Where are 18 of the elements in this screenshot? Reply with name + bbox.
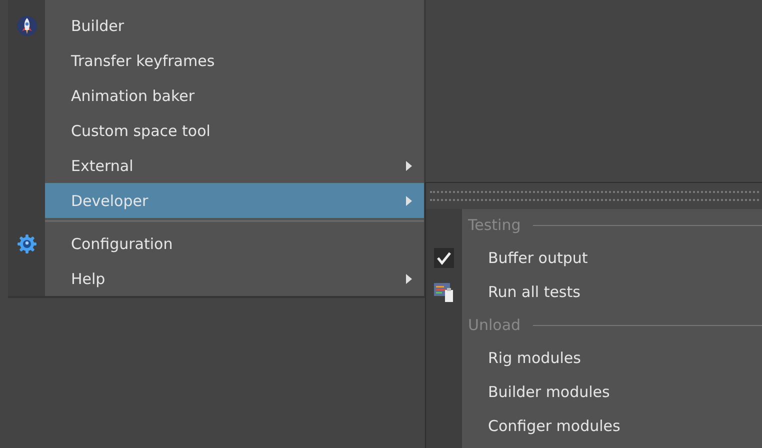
menu-item[interactable]: Animation baker bbox=[45, 78, 424, 113]
menu-item[interactable]: Configuration bbox=[45, 226, 424, 261]
menu-item[interactable]: Transfer keyframes bbox=[45, 43, 424, 78]
menu-item[interactable]: Run all tests bbox=[462, 275, 762, 309]
menu-item[interactable]: Developer bbox=[45, 183, 424, 218]
menu-item[interactable]: Custom space tool bbox=[45, 113, 424, 148]
menu-item[interactable]: Configer modules bbox=[462, 409, 762, 443]
tear-off-handle[interactable] bbox=[426, 183, 762, 209]
section-header: Unload bbox=[468, 316, 521, 334]
menu-item[interactable]: Buffer output bbox=[462, 241, 762, 275]
rocket-icon bbox=[16, 16, 36, 36]
menu-item[interactable]: Builder modules bbox=[462, 375, 762, 409]
menu-item[interactable]: External bbox=[45, 148, 424, 183]
section-header: Testing bbox=[468, 216, 521, 234]
menu-item[interactable]: Help bbox=[45, 261, 424, 296]
script-editor-icon bbox=[433, 281, 455, 303]
menu-item[interactable]: Builder bbox=[45, 8, 424, 43]
menu-item[interactable]: Rig modules bbox=[462, 341, 762, 375]
